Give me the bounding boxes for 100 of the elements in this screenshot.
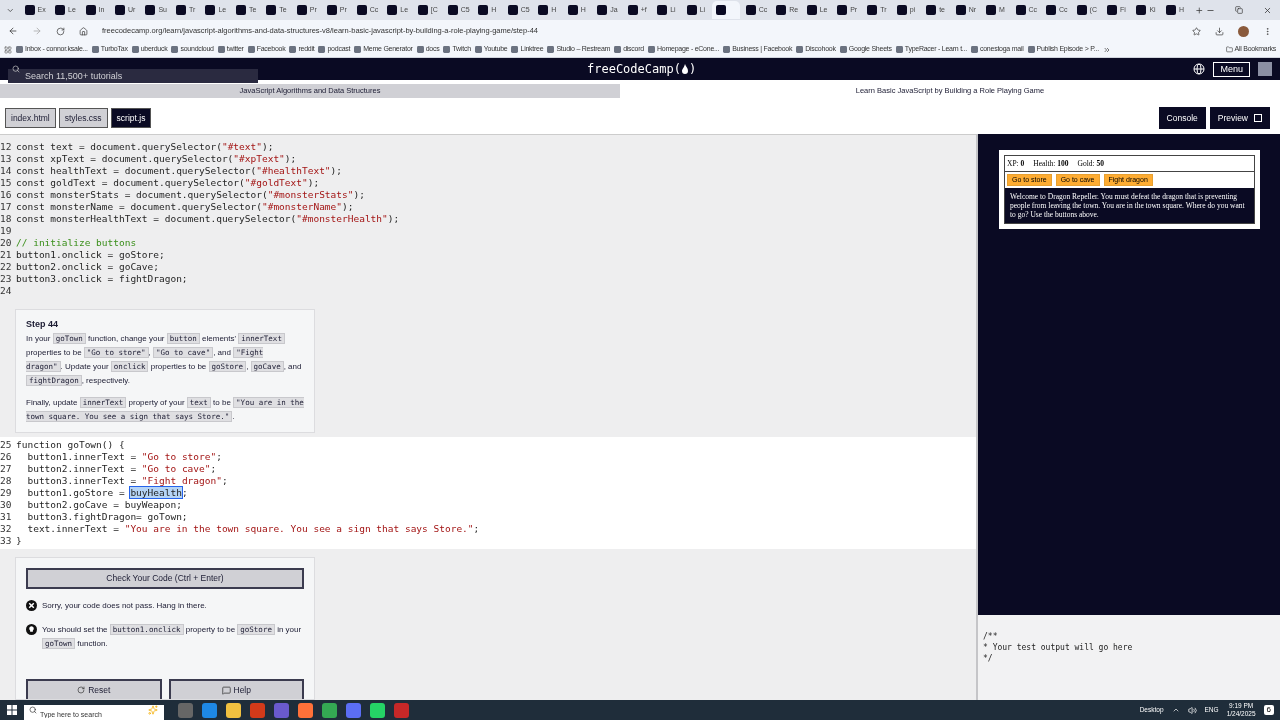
favicon-icon [447, 5, 458, 15]
favicon-icon [986, 5, 997, 15]
favicon-icon [776, 5, 787, 15]
panel-button[interactable]: Preview [1209, 107, 1270, 129]
taskbar-app-icon[interactable] [346, 702, 361, 718]
line-number: 33 [0, 535, 13, 547]
favicon-icon [657, 5, 668, 15]
reset-button[interactable]: Reset [26, 679, 162, 699]
favicon-icon [1106, 5, 1117, 15]
globe-icon[interactable] [1193, 63, 1206, 75]
taskbar-app-icon[interactable] [370, 702, 385, 718]
code-line: function goTown() { [16, 439, 125, 451]
code-line: const healthText = document.querySelector("#healthText"); [16, 165, 343, 177]
notification-badge[interactable]: 6 [1263, 705, 1274, 715]
chevron-up-icon[interactable] [1171, 706, 1180, 714]
favicon-icon [91, 46, 99, 53]
panel-button[interactable]: Console [1158, 107, 1206, 129]
avatar-icon[interactable] [1238, 25, 1249, 37]
site-logo[interactable]: freeCodeCamp( ) [587, 60, 697, 78]
download-icon[interactable] [1215, 26, 1224, 36]
file-tab[interactable]: script.js [110, 108, 152, 128]
favicon-icon [970, 46, 978, 53]
restore-icon[interactable] [1235, 6, 1243, 14]
line-number: 30 [0, 499, 13, 511]
line-number: 25 [0, 439, 13, 451]
folder-icon [1225, 46, 1233, 53]
code-line: button1.onclick = goStore; [16, 249, 165, 261]
favicon-icon [387, 5, 398, 15]
line-number: 28 [0, 475, 13, 487]
code-line: button2.onclick = goCave; [16, 261, 159, 273]
browser-tab[interactable] [712, 1, 740, 19]
taskbar-app-icon[interactable] [322, 702, 337, 718]
favicon-icon [289, 46, 297, 53]
favicon-icon [24, 5, 35, 15]
code-line: } [16, 535, 22, 547]
taskbar-app-icon[interactable] [298, 702, 313, 718]
apps-icon[interactable] [4, 45, 12, 54]
console-line: */ [983, 653, 994, 664]
line-number: 24 [0, 285, 13, 297]
line-number: 21 [0, 249, 13, 261]
search-icon [29, 706, 37, 714]
favicon-icon [443, 46, 451, 53]
console-line: * Your test output will go here [983, 642, 1134, 653]
line-number: 14 [0, 165, 13, 177]
favicon-icon [478, 5, 489, 15]
speaker-icon[interactable] [1187, 705, 1197, 715]
line-number: 12 [0, 141, 13, 153]
favicon-icon [723, 46, 731, 53]
favicon-icon [614, 46, 622, 53]
new-tab-icon[interactable] [1195, 5, 1204, 15]
console-line: /** [983, 631, 999, 642]
menu-button[interactable]: Menu [1213, 61, 1250, 77]
file-tab[interactable]: index.html [5, 108, 56, 128]
star-icon[interactable] [1192, 26, 1201, 36]
windows-logo-icon[interactable] [7, 705, 17, 715]
code-line: const text = document.querySelector("#text"); [16, 141, 274, 153]
back-icon[interactable] [8, 26, 18, 36]
favicon-icon [217, 46, 225, 53]
line-number: 13 [0, 153, 13, 165]
more-icon[interactable] [1263, 26, 1272, 36]
code-line: button2.innerText = "Go to cave"; [26, 463, 217, 475]
favicon-icon [171, 46, 179, 53]
favicon-icon [627, 5, 638, 15]
feedback-message: Sorry, your code does not pass. Hang in there. [42, 600, 207, 612]
favicon-icon [1027, 46, 1035, 53]
sparkle-icon [148, 705, 158, 715]
favicon-icon [1136, 5, 1147, 15]
line-number: 26 [0, 451, 13, 463]
home-icon[interactable] [79, 26, 88, 36]
line-number: 15 [0, 177, 13, 189]
favicon-icon [896, 5, 907, 15]
favicon-icon [1015, 5, 1026, 15]
search-field[interactable]: Search 11,500+ tutorials [8, 69, 258, 83]
favicon-icon [837, 5, 848, 15]
favicon-icon [895, 46, 903, 53]
code-line: button3.onclick = fightDragon; [16, 273, 188, 285]
favicon-icon [354, 46, 362, 53]
check-code-button[interactable]: Check Your Code (Ctrl + Enter) [26, 568, 304, 589]
favicon-icon [1076, 5, 1087, 15]
line-number: 31 [0, 511, 13, 523]
more-bookmarks-icon[interactable] [1102, 45, 1111, 54]
reload-icon[interactable] [56, 26, 65, 36]
help-button[interactable]: Help [168, 679, 304, 699]
taskbar-app-icon[interactable] [202, 702, 217, 718]
file-tab[interactable]: styles.css [58, 108, 108, 128]
line-number: 18 [0, 213, 13, 225]
favicon-icon [511, 46, 519, 53]
favicon-icon [16, 46, 23, 53]
favicon-icon [745, 5, 756, 15]
flame-icon [680, 64, 689, 74]
code-line: text.innerText = "You are in the town square. You see a sign that says Store."; [26, 523, 480, 535]
taskbar-app-icon[interactable] [226, 702, 241, 718]
favicon-icon [326, 5, 337, 15]
code-line: button1.innerText = "Go to store"; [26, 451, 222, 463]
favicon-icon [235, 5, 246, 15]
favicon-icon [839, 46, 847, 53]
favicon-icon [266, 5, 277, 15]
close-icon[interactable] [1263, 5, 1272, 15]
code-line: const monsterStats = document.querySelector("#monsterStats"); [16, 189, 365, 201]
favicon-icon [85, 5, 96, 15]
